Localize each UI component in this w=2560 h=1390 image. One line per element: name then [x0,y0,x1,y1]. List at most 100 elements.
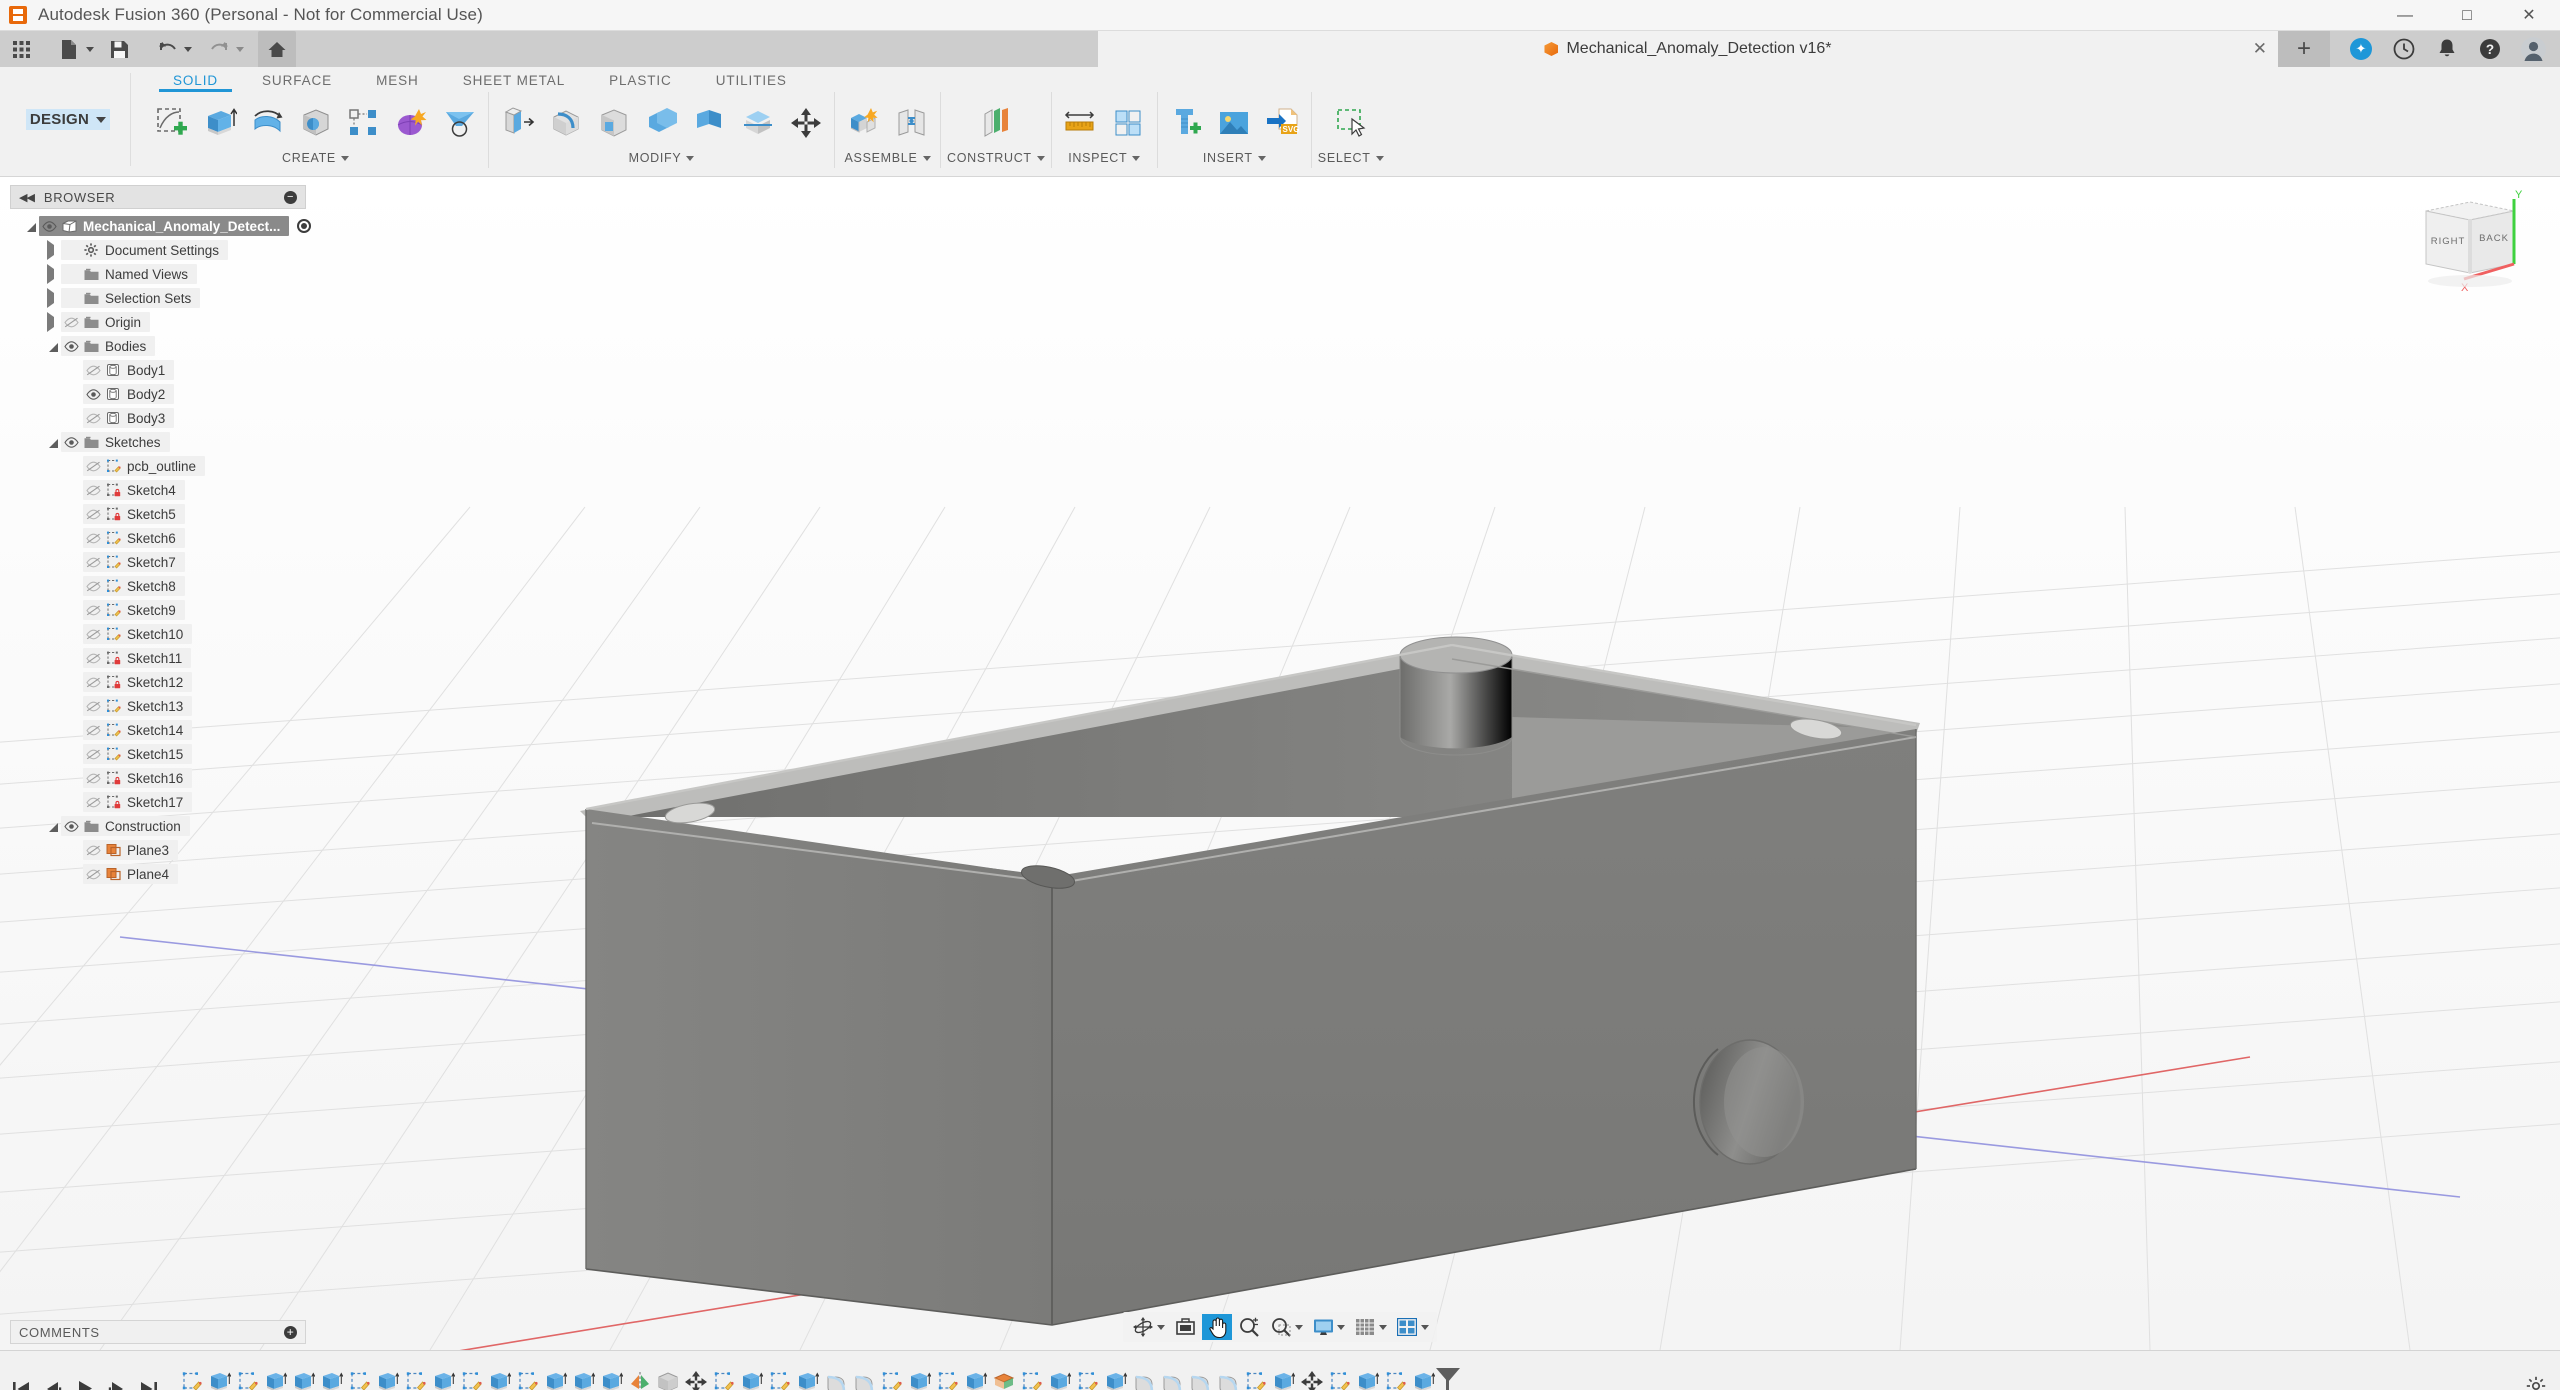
tree-item-sketch15[interactable]: Sketch15 [10,742,306,766]
tree-item-sketch4[interactable]: Sketch4 [10,478,306,502]
visibility-off-icon[interactable] [83,865,103,883]
visibility-off-icon[interactable] [83,745,103,763]
undo-icon[interactable] [154,36,180,62]
visibility-off-icon[interactable] [83,505,103,523]
help-icon[interactable]: ? [2477,36,2503,62]
collapse-arrow-icon[interactable] [46,289,61,307]
save-icon[interactable] [106,36,132,62]
ribbon-group-create-label[interactable]: CREATE [282,151,349,165]
ribbon-group-insert-label[interactable]: INSERT [1203,151,1266,165]
tree-item-construction[interactable]: Construction [10,814,306,838]
insert-svg-icon[interactable]: SVG [1260,100,1305,145]
timeline-feature-sketch[interactable] [710,1367,738,1390]
visibility-off-icon[interactable] [83,721,103,739]
new-document-caret-icon[interactable] [86,47,94,52]
visibility-on-icon[interactable] [83,385,103,403]
tree-item-sketch5[interactable]: Sketch5 [10,502,306,526]
visibility-on-icon[interactable] [61,433,81,451]
tab-mesh[interactable]: MESH [354,73,441,92]
tab-solid[interactable]: SOLID [151,73,240,92]
document-tab[interactable]: Mechanical_Anomaly_Detection v16* ✕ [1098,31,2278,67]
loft-icon[interactable] [437,100,482,145]
tree-item-origin[interactable]: Origin [10,310,306,334]
tab-sheet-metal[interactable]: SHEET METAL [441,73,587,92]
timeline-feature-extrude[interactable] [206,1367,234,1390]
move-copy-icon[interactable] [783,100,828,145]
timeline-feature-mirror[interactable] [626,1367,654,1390]
chevron-down-icon[interactable] [1379,1325,1387,1330]
visibility-off-icon[interactable] [83,577,103,595]
timeline-feature-extrude[interactable] [430,1367,458,1390]
collapse-icon[interactable]: ◀◀ [19,191,34,204]
workspace-switcher[interactable]: DESIGN [6,73,131,166]
plus-icon[interactable]: + [284,1326,297,1339]
timeline-feature-sketch[interactable] [458,1367,486,1390]
3d-canvas[interactable] [0,177,2560,1350]
timeline-feature-extrude[interactable] [962,1367,990,1390]
ribbon-group-modify-label[interactable]: MODIFY [629,151,695,165]
new-document-icon[interactable] [56,36,82,62]
visibility-off-icon[interactable] [83,841,103,859]
timeline-feature-extrude[interactable] [1354,1367,1382,1390]
select-window-icon[interactable] [1328,100,1373,145]
timeline-feature-sketch[interactable] [514,1367,542,1390]
tree-item-sketch14[interactable]: Sketch14 [10,718,306,742]
timeline-feature-fillet[interactable] [1186,1367,1214,1390]
look-at-button[interactable] [1170,1314,1200,1340]
ribbon-group-construct-label[interactable]: CONSTRUCT [947,151,1045,165]
timeline-track[interactable] [178,1363,1438,1390]
press-pull-icon[interactable] [495,100,540,145]
timeline-feature-fillet[interactable] [1158,1367,1186,1390]
tab-utilities[interactable]: UTILITIES [694,73,809,92]
shell-icon[interactable] [591,100,636,145]
tree-item-body2[interactable]: Body2 [10,382,306,406]
extrude-icon[interactable] [197,100,242,145]
visibility-off-icon[interactable] [83,481,103,499]
visibility-off-icon[interactable] [83,553,103,571]
visibility-off-icon[interactable] [83,601,103,619]
expand-arrow-icon[interactable] [24,217,39,235]
timeline-feature-extrude[interactable] [374,1367,402,1390]
chevron-down-icon[interactable] [1295,1325,1303,1330]
tree-item-body3[interactable]: Body3 [10,406,306,430]
avatar[interactable] [2520,36,2546,62]
timeline-feature-fillet[interactable] [1214,1367,1242,1390]
timeline-settings-button[interactable] [2526,1376,2560,1390]
viewport[interactable]: ◀◀ BROWSER − Mechanical_Anomaly_Detect..… [0,177,2560,1350]
visibility-off-icon[interactable] [83,361,103,379]
timeline-feature-extrude[interactable] [570,1367,598,1390]
minus-icon[interactable]: − [284,191,297,204]
tree-item-sketches[interactable]: Sketches [10,430,306,454]
zoom-window-button[interactable] [1266,1314,1306,1340]
visibility-off-icon[interactable] [83,625,103,643]
history-icon[interactable] [2391,36,2417,62]
visibility-on-icon[interactable] [61,817,81,835]
grid-icon[interactable] [8,36,34,62]
home-icon[interactable] [258,31,296,67]
combine-icon[interactable] [639,100,684,145]
insert-mcmaster-icon[interactable] [1164,100,1209,145]
workspace-design-button[interactable]: DESIGN [26,109,110,130]
visibility-on-icon[interactable] [39,217,59,235]
revolve-icon[interactable] [245,100,290,145]
split-body-icon[interactable] [735,100,780,145]
tree-item-sketch16[interactable]: Sketch16 [10,766,306,790]
ribbon-group-select-label[interactable]: SELECT [1318,151,1384,165]
insert-image-icon[interactable] [1212,100,1257,145]
extension-icon[interactable]: ✦ [2348,36,2374,62]
timeline-feature-move[interactable] [1298,1367,1326,1390]
visibility-off-icon[interactable] [83,649,103,667]
visibility-off-icon[interactable] [61,313,81,331]
pan-button[interactable] [1202,1314,1232,1340]
tree-item-body1[interactable]: Body1 [10,358,306,382]
visibility-off-icon[interactable] [83,793,103,811]
timeline-feature-extrude[interactable] [1270,1367,1298,1390]
tree-item-named-views[interactable]: Named Views [10,262,306,286]
tree-item-plane4[interactable]: Plane4 [10,862,306,886]
pattern-icon[interactable] [341,100,386,145]
timeline-feature-sketch[interactable] [402,1367,430,1390]
timeline-marker[interactable] [1440,1366,1462,1390]
offset-face-icon[interactable] [687,100,732,145]
tree-item-sketch6[interactable]: Sketch6 [10,526,306,550]
sweep-icon[interactable] [293,100,338,145]
